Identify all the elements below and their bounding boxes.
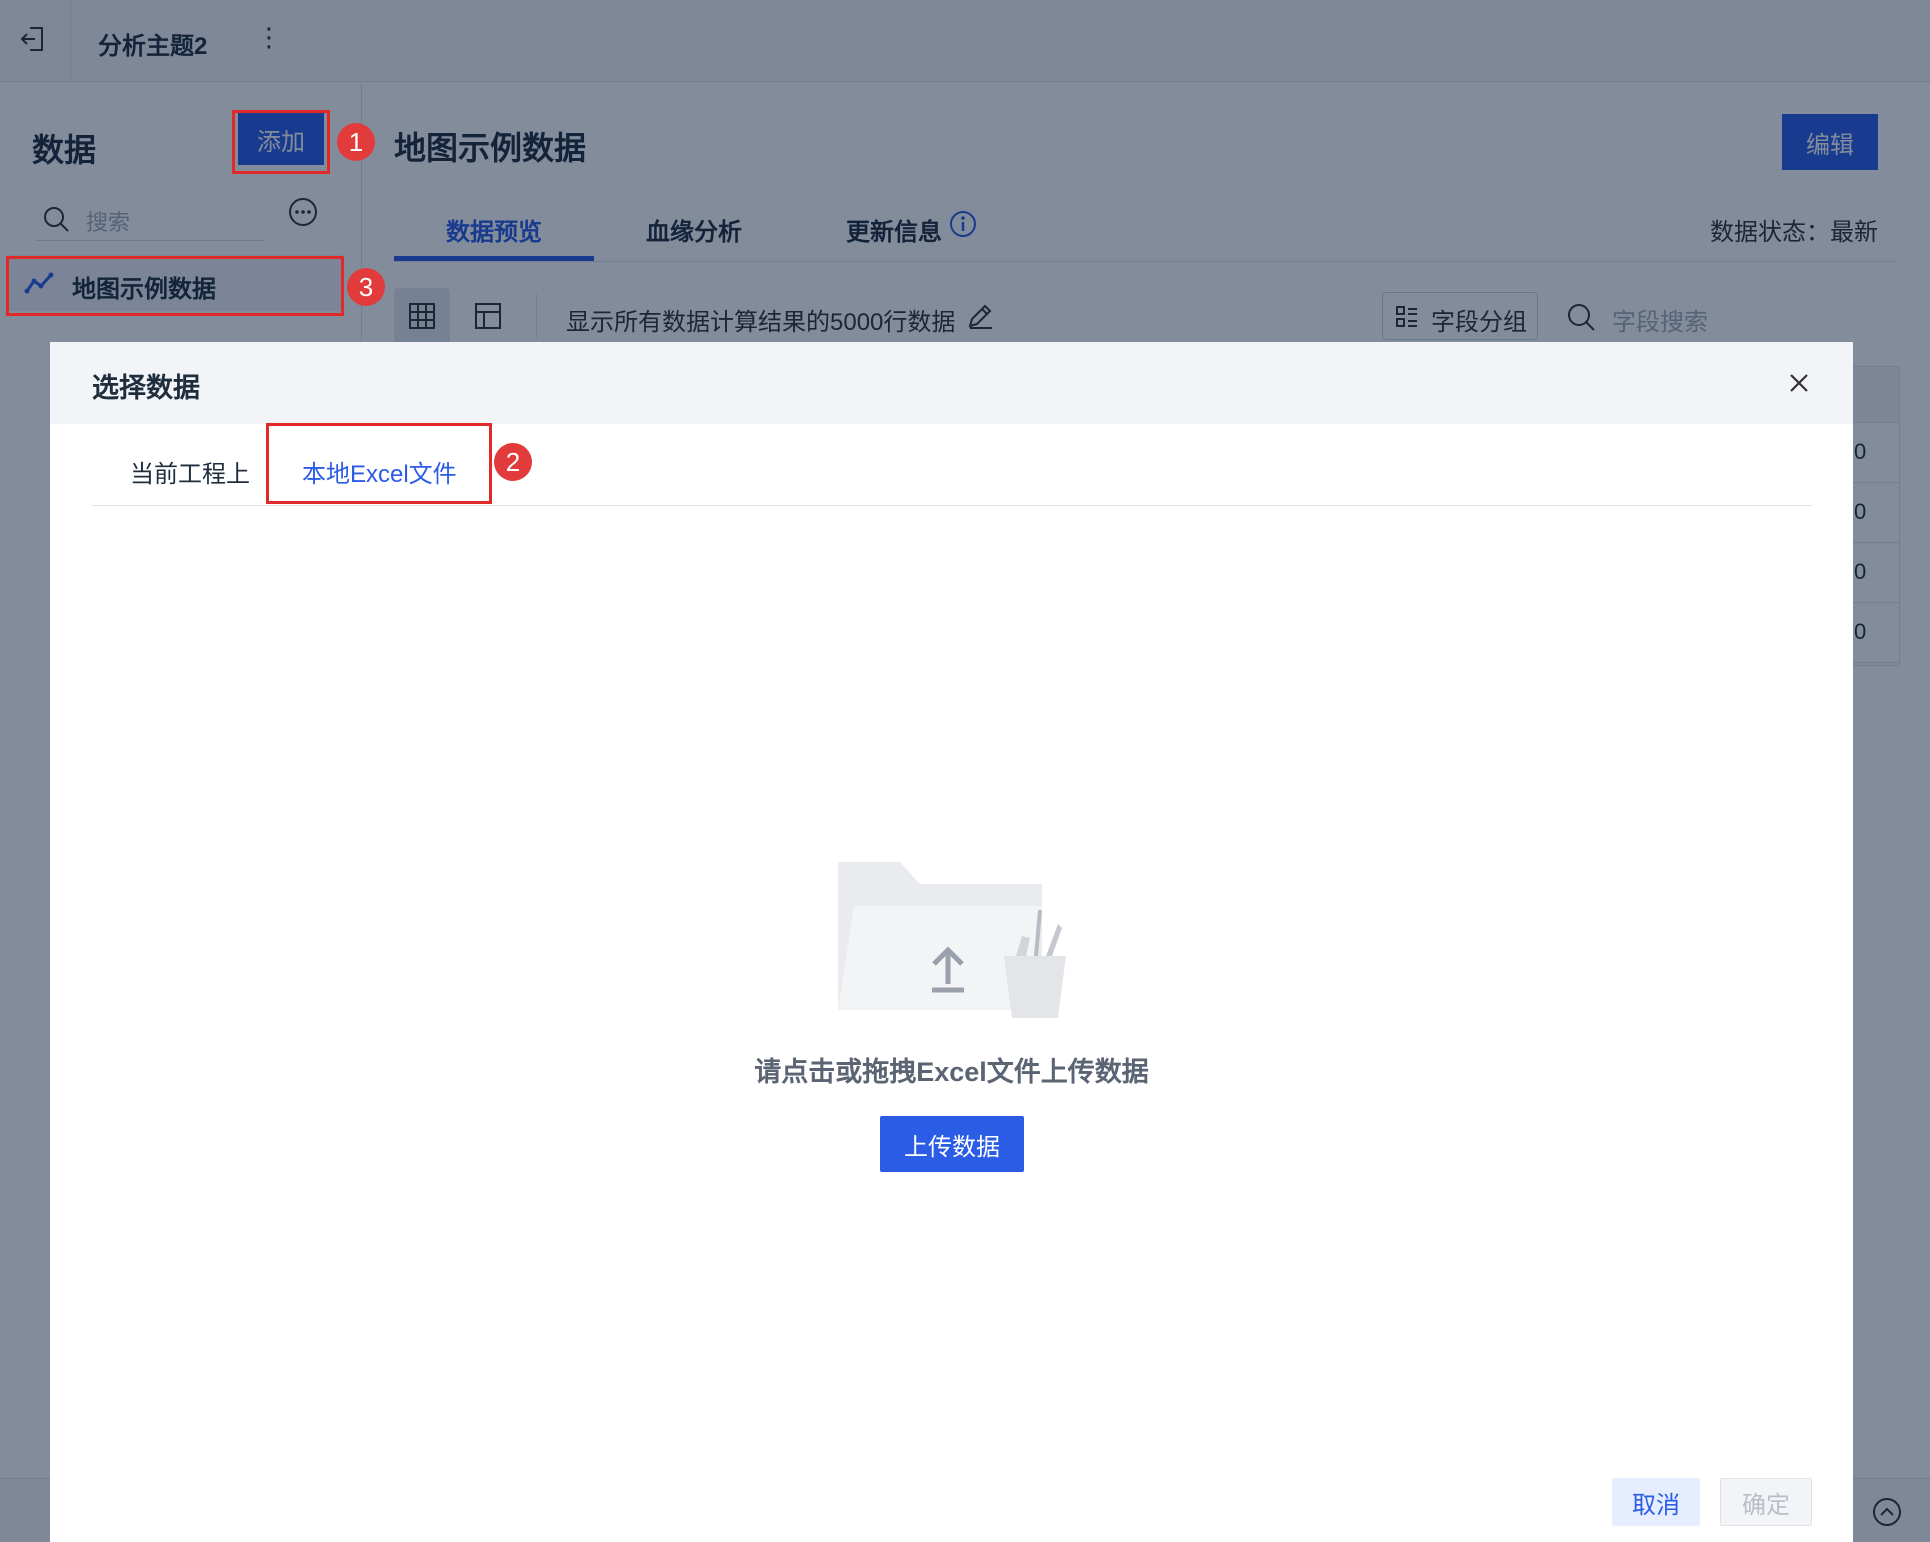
select-data-dialog: 选择数据 当前工程上 本地Excel文件 请点击或拖拽Excel文件上传数据 上… (50, 342, 1853, 1542)
tab-current-project[interactable]: 当前工程上 (130, 454, 250, 489)
empty-upload-message: 请点击或拖拽Excel文件上传数据 (754, 1057, 1149, 1087)
upload-data-button[interactable]: 上传数据 (880, 1116, 1024, 1172)
highlight-box-dataset (6, 256, 344, 316)
highlight-box-add (232, 110, 330, 174)
step-badge-3: 3 (347, 268, 385, 306)
dialog-header: 选择数据 (50, 342, 1853, 424)
highlight-box-local-excel (266, 423, 492, 504)
confirm-button[interactable]: 确定 (1720, 1478, 1812, 1526)
close-icon[interactable] (1784, 368, 1814, 398)
step-badge-1: 1 (337, 123, 375, 161)
upload-folder-illustration (838, 862, 1066, 1018)
step-badge-2: 2 (494, 443, 532, 481)
dialog-title: 选择数据 (92, 373, 200, 403)
cancel-button[interactable]: 取消 (1612, 1478, 1700, 1526)
